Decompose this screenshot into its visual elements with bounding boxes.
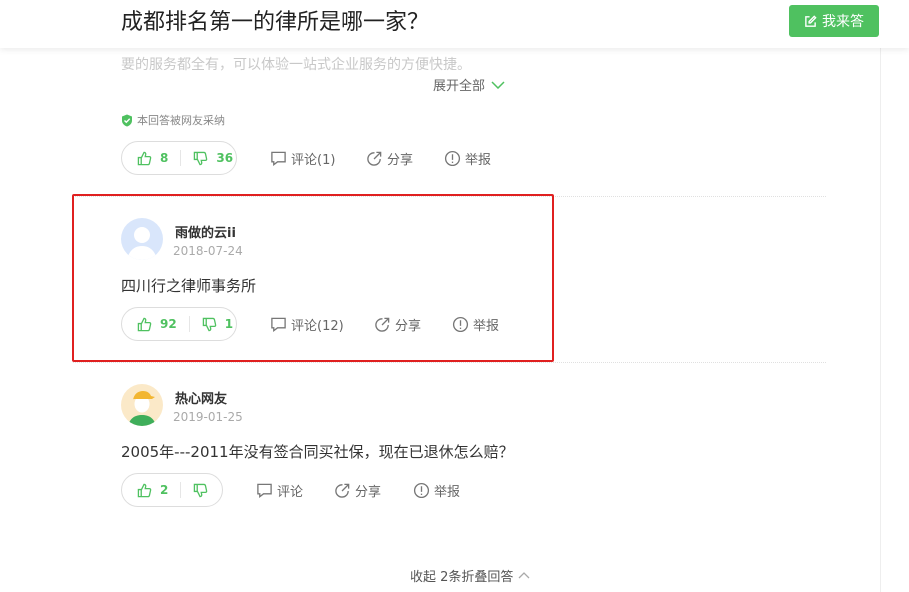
share-icon	[367, 151, 382, 166]
answer-button[interactable]: 我来答	[789, 5, 879, 37]
answer-button-label: 我来答	[822, 14, 864, 30]
default-avatar-icon	[121, 218, 163, 260]
like-count: 2	[160, 483, 169, 497]
report-icon	[452, 316, 469, 333]
share-label: 分享	[355, 485, 382, 500]
username[interactable]: 热心网友	[175, 388, 227, 407]
shield-check-icon	[122, 114, 132, 126]
sticky-header: 成都排名第一的律所是哪一家？ 我来答	[0, 0, 909, 48]
share-icon	[375, 317, 390, 332]
chevron-up-icon	[518, 572, 530, 579]
vote-separator	[180, 150, 182, 166]
collapse-label: 收起 2条折叠回答	[410, 570, 514, 585]
content-border	[880, 48, 881, 592]
report-label: 举报	[434, 485, 461, 500]
like-count: 8	[160, 151, 169, 165]
comment-label: 评论(1)	[291, 153, 336, 168]
like-button[interactable]: 2	[137, 483, 168, 498]
answer-date: 2019-01-25	[173, 410, 243, 424]
dislike-count: 1	[224, 317, 234, 331]
answer-text: 四川行之律师事务所	[121, 277, 257, 295]
report-label: 举报	[465, 153, 492, 168]
thumbs-up-icon	[137, 151, 152, 165]
share-button[interactable]: 分享	[334, 481, 381, 500]
like-count: 92	[160, 317, 177, 331]
avatar[interactable]	[121, 384, 163, 426]
report-icon	[444, 150, 461, 167]
expand-all-label: 展开全部	[433, 79, 486, 94]
thumbs-down-icon	[194, 483, 208, 497]
thumbs-down-icon	[194, 151, 208, 165]
share-icon	[335, 483, 350, 498]
dislike-button[interactable]	[193, 483, 208, 498]
thumbs-down-icon	[202, 317, 216, 331]
share-button[interactable]: 分享	[374, 315, 421, 334]
vote-control: 2	[121, 473, 223, 507]
like-button[interactable]: 92	[137, 317, 177, 332]
edit-icon	[805, 14, 817, 27]
expand-all-link[interactable]: 展开全部	[433, 75, 505, 94]
comment-button[interactable]: 评论(1)	[270, 149, 335, 168]
vote-control: 8 36	[121, 141, 237, 175]
vote-separator	[188, 316, 190, 332]
like-button[interactable]: 8	[137, 151, 168, 166]
dislike-button[interactable]: 1	[202, 317, 233, 332]
answer-divider	[73, 196, 826, 197]
share-label: 分享	[395, 319, 422, 334]
avatar[interactable]	[121, 218, 163, 260]
report-label: 举报	[473, 319, 500, 334]
comment-label: 评论	[277, 485, 304, 500]
thumbs-up-icon	[137, 317, 152, 331]
comment-label: 评论(12)	[291, 319, 344, 334]
comment-button[interactable]: 评论(12)	[270, 315, 344, 334]
report-button[interactable]: 举报	[444, 149, 491, 168]
username[interactable]: 雨做的云ii	[175, 222, 236, 241]
collapse-folded-answers-link[interactable]: 收起 2条折叠回答	[410, 566, 530, 585]
prev-answer-excerpt: 要的服务都全有，可以体验一站式企业服务的方便快捷。	[121, 57, 471, 73]
report-button[interactable]: 举报	[413, 481, 460, 500]
chevron-down-icon	[491, 80, 505, 89]
comment-icon	[271, 151, 286, 166]
report-button[interactable]: 举报	[452, 315, 499, 334]
comment-icon	[257, 483, 272, 498]
answer-divider	[73, 362, 826, 363]
vote-control: 92 1	[121, 307, 237, 341]
comment-button[interactable]: 评论	[256, 481, 303, 500]
answer-date: 2018-07-24	[173, 244, 243, 258]
vote-separator	[180, 482, 182, 498]
thumbs-up-icon	[137, 483, 152, 497]
user-avatar-icon	[121, 384, 163, 426]
comment-icon	[271, 317, 286, 332]
dislike-count: 36	[216, 151, 234, 165]
page-title: 成都排名第一的律所是哪一家？	[121, 10, 430, 35]
share-label: 分享	[387, 153, 414, 168]
answer-text: 2005年---2011年没有签合同买社保，现在已退休怎么赔？	[121, 443, 514, 461]
adopted-badge: 本回答被网友采纳	[121, 112, 225, 128]
report-icon	[413, 482, 430, 499]
dislike-button[interactable]: 36	[193, 151, 233, 166]
qa-page: 成都排名第一的律所是哪一家？ 我来答 要的服务都全有，可以体验一站式企业服务的方…	[0, 0, 909, 592]
share-button[interactable]: 分享	[366, 149, 413, 168]
adopted-label: 本回答被网友采纳	[137, 114, 225, 127]
